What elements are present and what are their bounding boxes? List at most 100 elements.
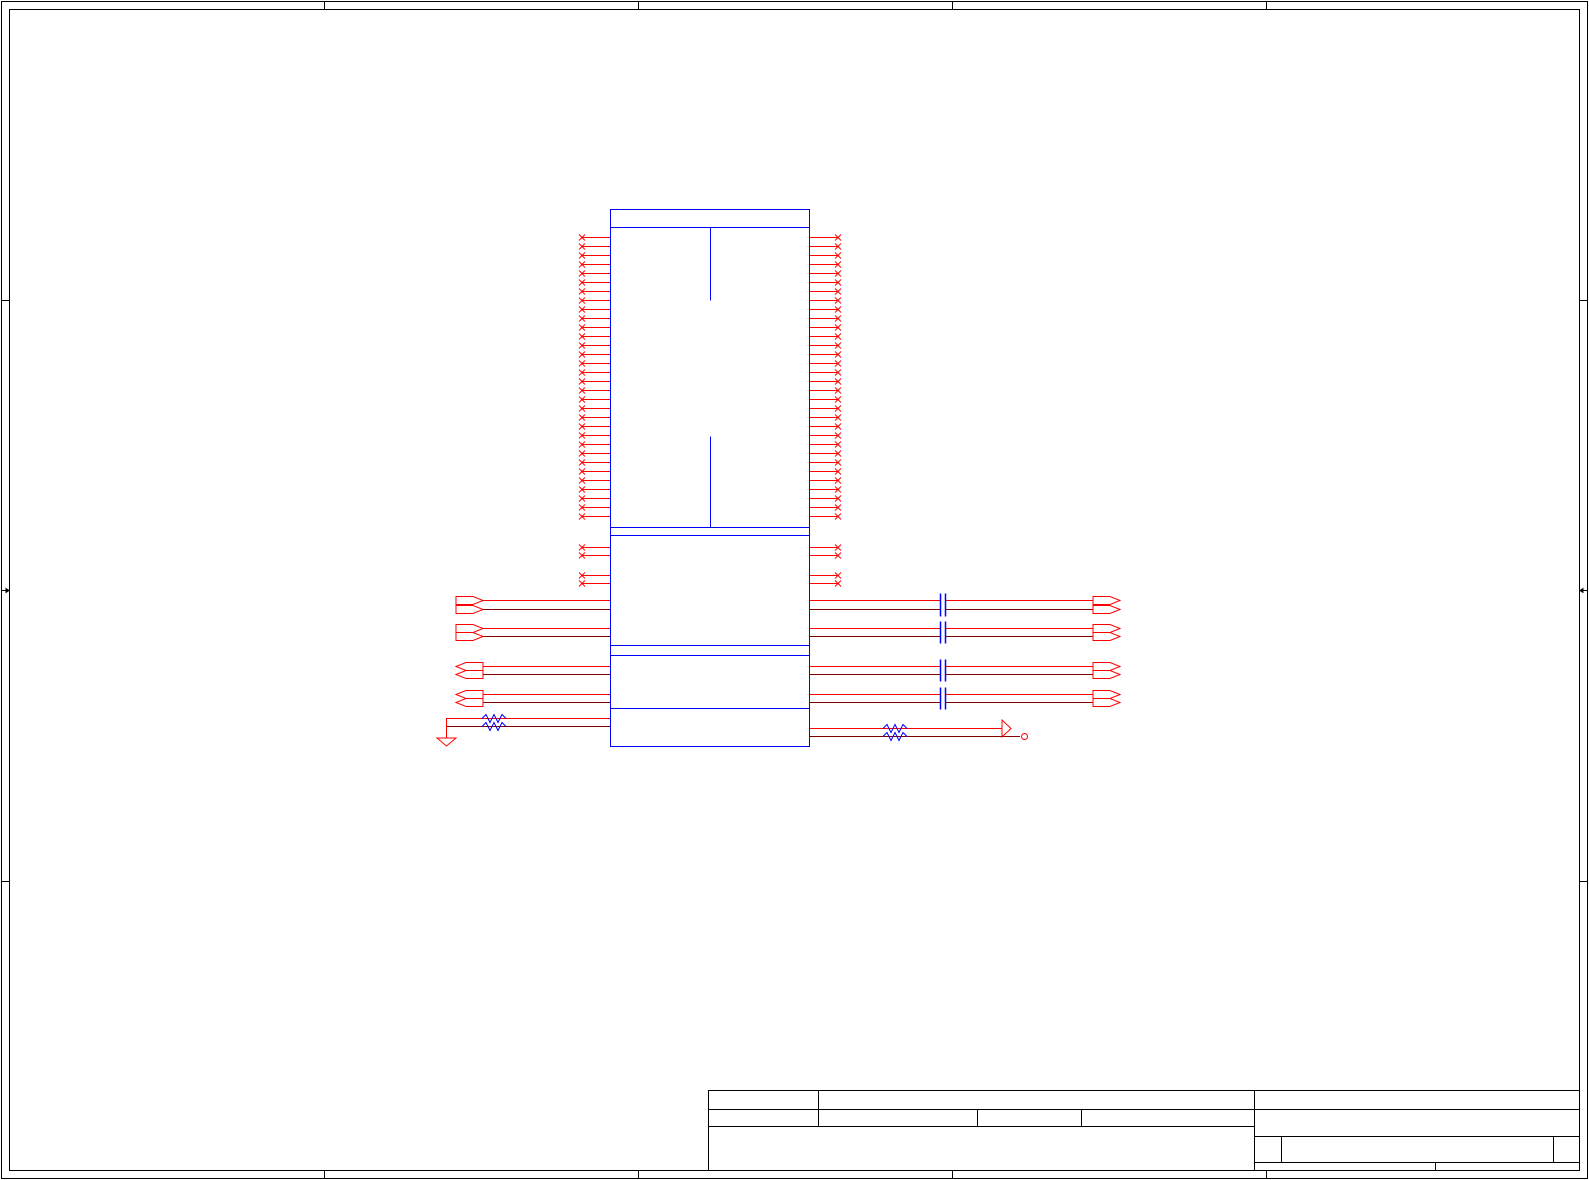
nc-pin-right-18 [810,396,842,403]
nc-pin-right-30 [810,504,842,511]
nc-pin-right-11 [810,333,842,340]
nc-pin-left-21 [578,423,610,430]
nc-pin-left-10 [578,324,610,331]
nc-pin-left-25 [578,459,610,466]
port-right-4[interactable] [1092,662,1122,671]
capacitor-0[interactable] [939,593,947,617]
input-port-left-2[interactable] [455,624,485,633]
port-right-6[interactable] [1092,690,1122,699]
nc-pin-left-102 [578,572,610,579]
nc-pin-left-20 [578,414,610,421]
nc-pin-right-20 [810,414,842,421]
nc-pin-right-10 [810,324,842,331]
input-port-left-1[interactable] [455,605,485,614]
schematic-canvas [1,1,1588,1179]
center-marker-left [2,587,10,594]
capacitor-symbols [939,593,947,710]
capacitor-1[interactable] [939,621,947,644]
nc-pin-left-27 [578,477,610,484]
nc-pin-left-18 [578,396,610,403]
nc-pin-left-30 [578,504,610,511]
nc-pin-right-12 [810,342,842,349]
nc-pin-right-21 [810,423,842,430]
nc-pin-left-4 [578,270,610,277]
nc-pin-right-25 [810,459,842,466]
nc-pin-right-5 [810,279,842,286]
title-block [708,1090,1580,1171]
port-right-2[interactable] [1092,624,1122,633]
nc-pin-left-24 [578,450,610,457]
port-right-0[interactable] [1092,596,1122,605]
nc-pin-left-23 [578,441,610,448]
nc-pin-right-102 [810,572,842,579]
nc-pin-left-29 [578,495,610,502]
nc-pin-right-8 [810,306,842,313]
nc-pin-left-0 [578,234,610,241]
nc-pin-right-17 [810,387,842,394]
nc-pin-left-12 [578,342,610,349]
nc-pin-left-28 [578,486,610,493]
nc-pin-left-19 [578,405,610,412]
nc-pin-right-22 [810,432,842,439]
resistor-right[interactable] [810,723,1020,742]
nc-pin-right-101 [810,552,842,559]
nc-pin-right-0 [810,234,842,241]
nc-pin-right-16 [810,378,842,385]
ground-symbol [435,737,458,747]
nc-pin-left-31 [578,513,610,520]
nc-pin-right-26 [810,468,842,475]
nc-pin-left-11 [578,333,610,340]
port-symbols [454,596,1122,707]
nc-pin-right-100 [810,544,842,551]
nc-pin-left-5 [578,279,610,286]
port-right-1[interactable] [1092,605,1122,614]
nc-pin-left-2 [578,252,610,259]
nc-pin-right-29 [810,495,842,502]
nc-pin-right-9 [810,315,842,322]
port-right-5[interactable] [1092,670,1122,679]
nc-pin-right-2 [810,252,842,259]
nc-pin-right-27 [810,477,842,484]
nc-pin-right-15 [810,369,842,376]
ic-component-body[interactable] [610,209,810,747]
nc-pin-right-19 [810,405,842,412]
output-port-left-4[interactable] [454,662,484,671]
nc-pin-left-9 [578,315,610,322]
nc-pin-right-3 [810,261,842,268]
input-port-left-3[interactable] [455,632,485,641]
capacitor-2[interactable] [939,659,947,682]
nc-pin-right-6 [810,288,842,295]
nc-pin-left-17 [578,387,610,394]
nc-pin-left-6 [578,288,610,295]
nc-pin-right-13 [810,351,842,358]
nc-pin-right-7 [810,297,842,304]
nc-pin-right-14 [810,360,842,367]
output-port-left-6[interactable] [454,690,484,699]
capacitor-3[interactable] [939,687,947,710]
port-right-7[interactable] [1092,698,1122,707]
nc-pin-left-3 [578,261,610,268]
nc-pin-left-101 [578,552,610,559]
nc-pin-right-28 [810,486,842,493]
port-right-3[interactable] [1092,632,1122,641]
nc-pin-left-8 [578,306,610,313]
nc-pin-right-1 [810,243,842,250]
nc-pin-left-26 [578,468,610,475]
sheet-frame [1,1,1588,1179]
input-port-left-0[interactable] [455,596,485,605]
nc-pin-left-100 [578,544,610,551]
nc-pin-right-31 [810,513,842,520]
nc-pin-left-16 [578,378,610,385]
nc-pin-right-4 [810,270,842,277]
output-port-left-5[interactable] [454,670,484,679]
nc-pin-left-13 [578,351,610,358]
signal-wires [483,600,1093,703]
output-port-left-7[interactable] [454,698,484,707]
nc-pin-left-1 [578,243,610,250]
nc-pin-left-7 [578,297,610,304]
nc-pin-right-103 [810,580,842,587]
center-marker-right [1579,587,1587,594]
resistor-left[interactable] [446,713,610,739]
nc-pin-left-103 [578,580,610,587]
nc-pin-left-22 [578,432,610,439]
